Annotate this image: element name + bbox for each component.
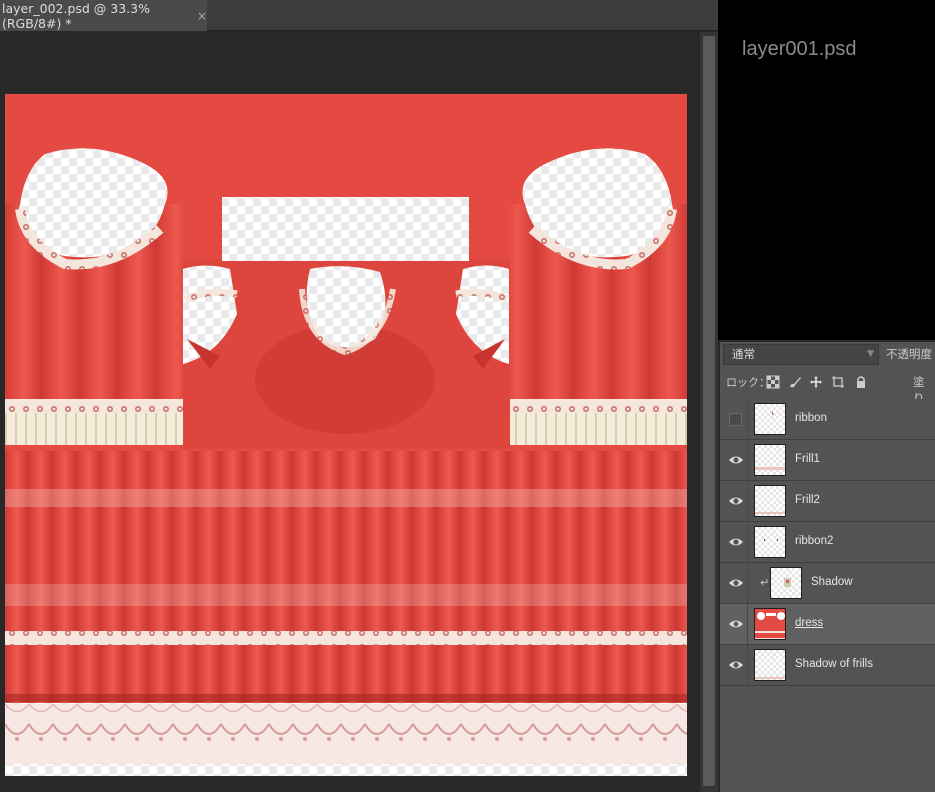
layer-thumbnail [754,444,786,476]
visibility-toggle[interactable] [729,413,742,426]
eye-icon[interactable] [728,576,744,590]
divider [747,440,748,481]
document-tab-bar: layer_002.psd @ 33.3% (RGB/8#) * × [0,0,718,31]
brush-icon[interactable] [788,375,802,389]
eye-icon[interactable] [728,617,744,631]
layer-row[interactable]: ↵ Shadow [720,563,935,604]
lock-transparency-icon[interactable] [766,375,780,389]
blend-mode-value: 通常 [732,347,755,361]
dress-texture-image [5,94,687,764]
divider [747,522,748,563]
layer-thumbnail [754,649,786,681]
preview-window: layer001.psd [718,0,935,340]
lock-row: ロック： 塗り [720,371,935,405]
layer-row-selected[interactable]: dress [720,604,935,645]
layer-name[interactable]: Shadow of frills [795,658,873,670]
document-tab[interactable]: layer_002.psd @ 33.3% (RGB/8#) * × [0,0,207,31]
eye-icon[interactable] [728,494,744,508]
eye-icon[interactable] [728,658,744,672]
layer-row[interactable]: Shadow of frills [720,645,935,686]
document-canvas[interactable] [5,94,687,776]
layer-thumbnail [754,526,786,558]
layer-row[interactable]: ribbon [720,399,935,440]
opacity-label[interactable]: 不透明度 [886,346,932,362]
divider [747,563,748,604]
layer-thumbnail [754,608,786,640]
layer-thumbnail [770,567,802,599]
layer-row[interactable]: Frill1 [720,440,935,481]
divider [747,645,748,686]
layer-thumbnail [754,485,786,517]
layer-name[interactable]: Frill2 [795,494,820,506]
document-tab-title: layer_002.psd @ 33.3% (RGB/8#) * [2,0,150,31]
layer-name[interactable]: ribbon2 [795,535,833,547]
blend-mode-select[interactable]: 通常 ▼ [723,344,879,365]
scrollbar-thumb[interactable] [703,36,715,786]
layer-row[interactable]: ribbon2 [720,522,935,563]
layer-name[interactable]: ribbon [795,412,827,424]
lock-label: ロック： [726,376,770,389]
preview-title: layer001.psd [742,38,857,60]
lock-icon[interactable] [854,375,868,389]
divider [747,399,748,440]
photoshop-window: layer_002.psd @ 33.3% (RGB/8#) * × layer… [0,0,935,792]
close-icon[interactable]: × [197,9,207,23]
vertical-scrollbar[interactable] [700,32,718,792]
layer-name[interactable]: dress [795,617,823,629]
divider [747,604,748,645]
eye-icon[interactable] [728,535,744,549]
layers-panel: 通常 ▼ 不透明度 ロック： 塗り ribbon Frill1 Frill2 r… [720,342,935,792]
divider [747,481,748,522]
clipping-mask-arrow-icon: ↵ [760,576,770,589]
layer-row[interactable]: Frill2 [720,481,935,522]
artboard-icon[interactable] [831,375,845,389]
layer-thumbnail [754,403,786,435]
chevron-down-icon: ▼ [867,349,874,359]
layer-name[interactable]: Shadow [811,576,853,588]
blend-options-row: 通常 ▼ 不透明度 [720,342,935,368]
move-icon[interactable] [809,375,823,389]
layer-name[interactable]: Frill1 [795,453,820,465]
eye-icon[interactable] [728,453,744,467]
